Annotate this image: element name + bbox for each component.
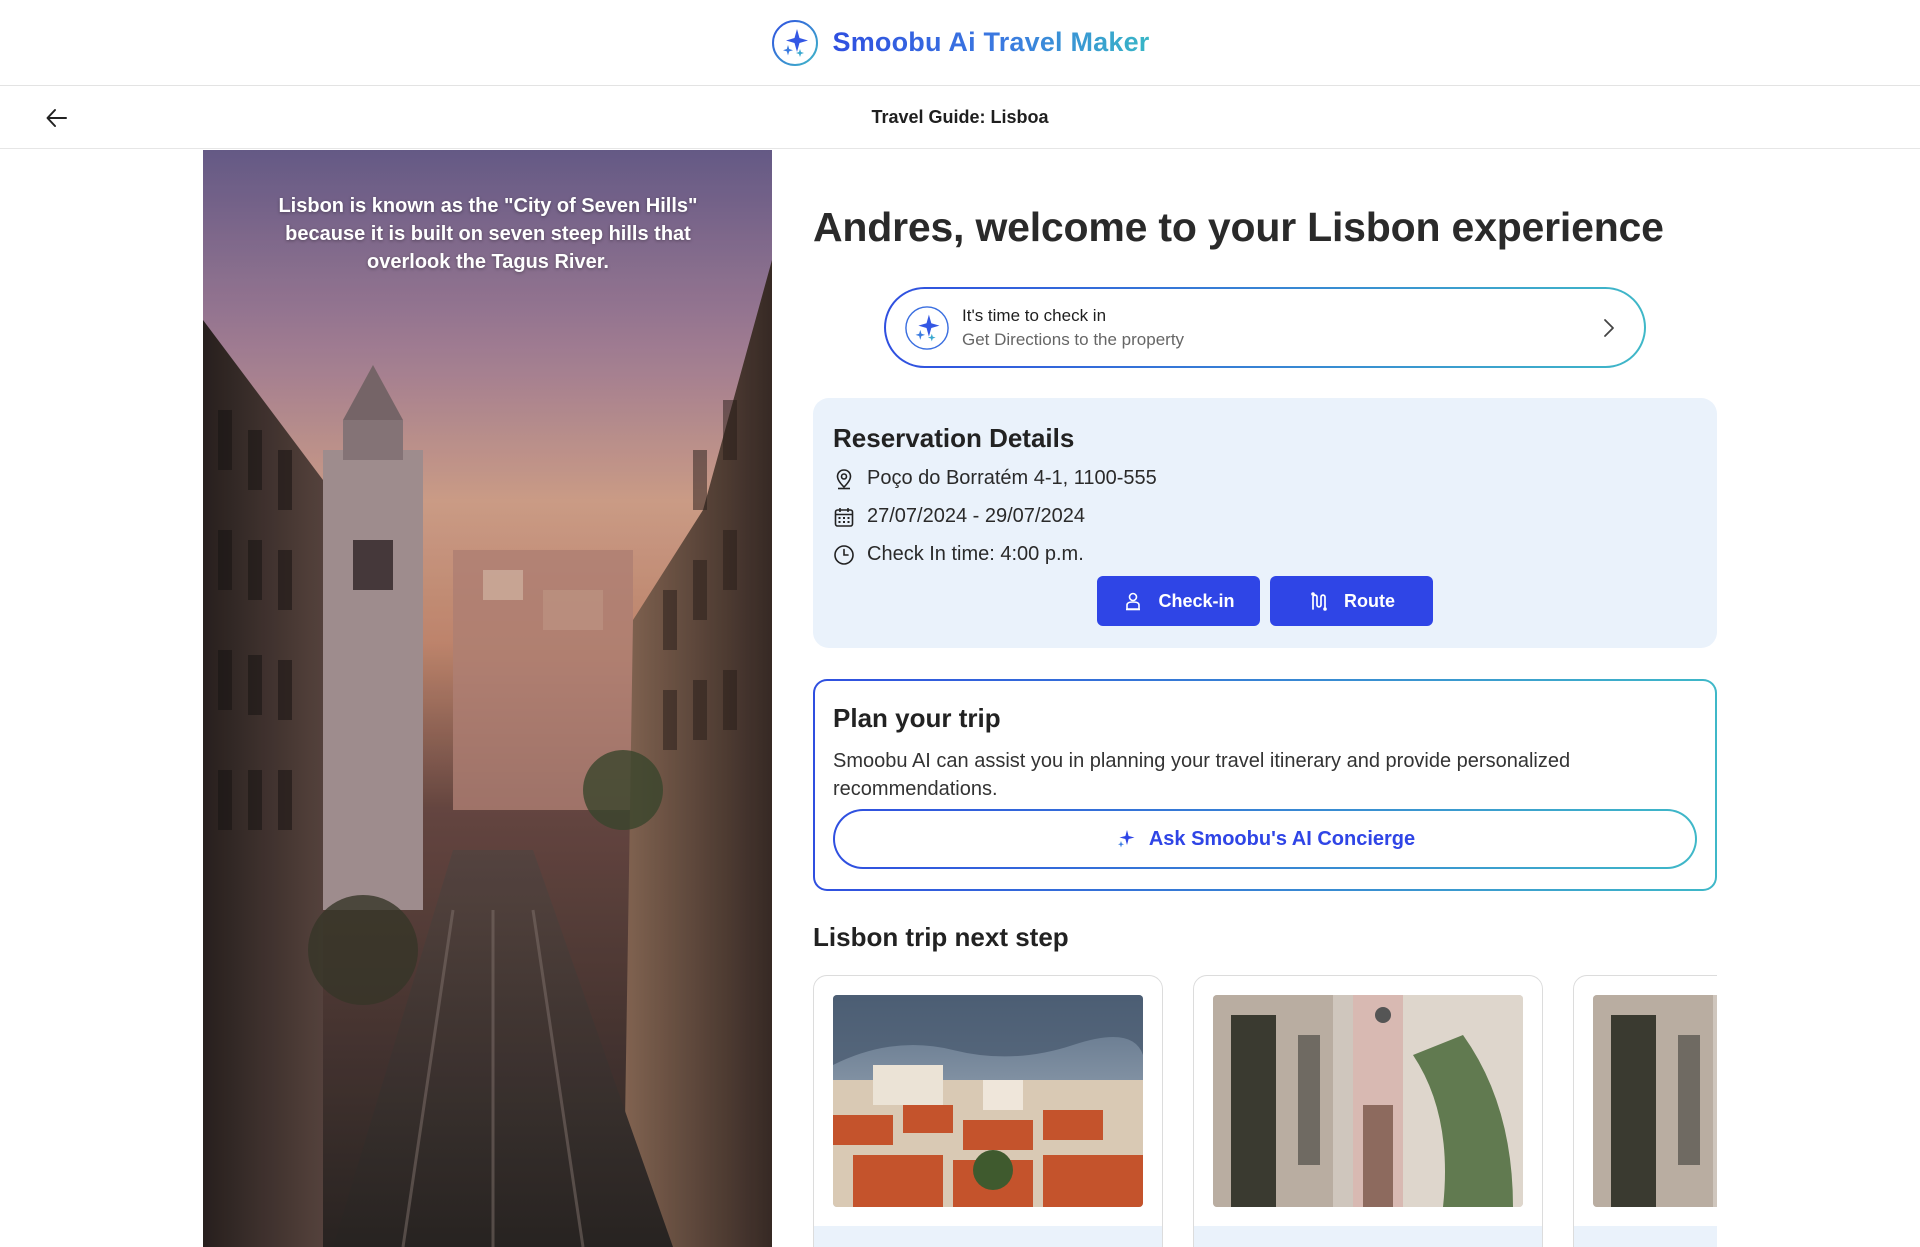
reservation-checkin-time: Check In time: 4:00 p.m.: [867, 543, 1084, 565]
page-title: Travel Guide: Lisboa: [871, 107, 1049, 127]
calendar-icon: [834, 507, 854, 527]
sparkle-icon: [1117, 830, 1135, 848]
brand-header: Smoobu Ai Travel Maker: [0, 0, 1920, 86]
banner-text: It's time to check in Get Directions to …: [962, 306, 1184, 350]
reservation-details-card: Reservation Details Poço do Borratém 4-1…: [813, 398, 1717, 648]
reservation-dates: 27/07/2024 - 29/07/2024: [867, 505, 1085, 527]
chevron-right-icon: [1604, 319, 1614, 337]
sparkle-icon: [771, 19, 818, 66]
location-pin-icon: [836, 468, 852, 489]
checkin-button-label: Check-in: [1158, 590, 1235, 611]
trip-card-footer: [1574, 1226, 1717, 1247]
trip-card-image: [1213, 995, 1523, 1207]
next-step-carousel[interactable]: [813, 975, 1717, 1247]
plan-description: Smoobu AI can assist you in planning you…: [833, 750, 1571, 800]
route-button[interactable]: Route: [1270, 576, 1433, 626]
plan-title: Plan your trip: [833, 703, 1001, 733]
clock-icon: [834, 544, 854, 565]
route-icon: [1311, 592, 1327, 611]
person-icon: [1126, 592, 1141, 611]
checkin-directions-banner[interactable]: It's time to check in Get Directions to …: [884, 287, 1646, 368]
reservation-title: Reservation Details: [833, 423, 1075, 453]
arrow-left-icon: [46, 109, 67, 127]
route-button-label: Route: [1344, 590, 1395, 611]
trip-card-image: [833, 995, 1143, 1207]
lisbon-street-photo: [203, 150, 772, 1247]
reservation-dates-row: 27/07/2024 - 29/07/2024: [833, 505, 1085, 528]
trip-card[interactable]: [1193, 975, 1543, 1247]
next-step-title: Lisbon trip next step: [813, 922, 1069, 952]
back-button[interactable]: [40, 101, 74, 135]
hero-image: Lisbon is known as the "City of Seven Hi…: [203, 150, 772, 1247]
ask-ai-concierge-button[interactable]: Ask Smoobu's AI Concierge: [833, 809, 1697, 869]
plan-trip-card: Plan your trip Smoobu AI can assist you …: [813, 679, 1717, 891]
welcome-title: Andres, welcome to your Lisbon experienc…: [813, 204, 1664, 250]
trip-card[interactable]: [813, 975, 1163, 1247]
banner-subtitle: Get Directions to the property: [962, 329, 1185, 349]
banner-title: It's time to check in: [962, 305, 1107, 325]
sparkle-icon: [905, 305, 949, 350]
checkin-button[interactable]: Check-in: [1097, 576, 1260, 626]
reservation-address-row: Poço do Borratém 4-1, 1100-555: [833, 467, 1157, 490]
trip-card[interactable]: [1573, 975, 1717, 1247]
trip-card-footer: [814, 1226, 1162, 1247]
ask-button-label: Ask Smoobu's AI Concierge: [1148, 827, 1416, 850]
hero-fact-text: Lisbon is known as the "City of Seven Hi…: [278, 195, 698, 273]
brand-name: Smoobu Ai Travel Maker: [832, 27, 1150, 57]
trip-card-image: [1593, 995, 1717, 1207]
reservation-address: Poço do Borratém 4-1, 1100-555: [867, 467, 1157, 489]
sub-header: Travel Guide: Lisboa: [0, 87, 1920, 149]
reservation-actions: Check-in Route: [1097, 576, 1433, 626]
trip-card-footer: [1194, 1226, 1542, 1247]
reservation-time-row: Check In time: 4:00 p.m.: [833, 543, 1084, 566]
